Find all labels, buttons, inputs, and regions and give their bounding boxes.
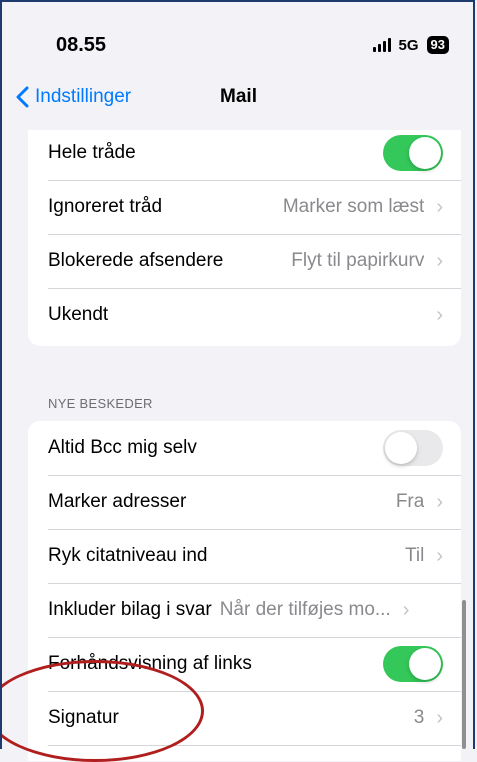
altid-bcc-toggle[interactable]	[383, 430, 443, 466]
hele-traade-toggle[interactable]	[383, 135, 443, 171]
row-ryk-citatniveau[interactable]: Ryk citatniveau ind Til ›	[28, 529, 461, 583]
chevron-right-icon: ›	[436, 707, 443, 729]
row-detail: Marker som læst ›	[283, 196, 443, 218]
chevron-right-icon: ›	[402, 599, 410, 621]
row-value: Fra	[395, 491, 425, 512]
row-label: Blokerede afsendere	[48, 250, 224, 271]
chevron-right-icon: ›	[436, 250, 443, 272]
row-detail: ›	[436, 305, 443, 325]
toggle-knob	[385, 432, 417, 464]
row-marker-adresser[interactable]: Marker adresser Fra ›	[28, 475, 461, 529]
toggle-knob	[409, 648, 441, 680]
row-label: Hele tråde	[48, 142, 136, 163]
status-bar: 08.55 5G 93	[0, 0, 477, 80]
row-detail: Til ›	[405, 545, 443, 567]
section-header: NYE BESKEDER	[48, 396, 153, 411]
row-label: Marker adresser	[48, 491, 187, 512]
row-inkluder-bilag[interactable]: Inkluder bilag i svar Når der tilføjes m…	[28, 583, 461, 637]
signal-icon	[372, 38, 391, 52]
battery-icon: 93	[426, 36, 449, 54]
navigation-bar: Indstillinger Mail	[0, 80, 477, 120]
chevron-right-icon: ›	[436, 196, 443, 218]
row-value: Marker som læst	[282, 196, 425, 217]
row-label: Inkluder bilag i svar	[48, 599, 212, 620]
row-detail: Fra ›	[396, 491, 443, 513]
chevron-right-icon: ›	[436, 491, 443, 513]
row-forhaandsvisning[interactable]: Forhåndsvisning af links	[28, 637, 461, 691]
row-detail: Flyt til papirkurv ›	[291, 250, 443, 272]
row-hele-traade[interactable]: Hele tråde	[28, 126, 461, 180]
row-detail: Når der tilføjes mo... ›	[220, 599, 410, 621]
status-indicators: 5G 93	[372, 36, 449, 54]
scrollbar[interactable]	[462, 600, 466, 749]
row-label: Forhåndsvisning af links	[48, 653, 252, 674]
compose-settings-group: Altid Bcc mig selv Marker adresser Fra ›…	[28, 421, 461, 761]
row-label: Altid Bcc mig selv	[48, 437, 197, 458]
row-value: Til	[404, 545, 425, 566]
threading-settings-group: Hele tråde Ignoreret tråd Marker som læs…	[28, 126, 461, 346]
scrolled-edge	[28, 120, 461, 130]
row-label: Ryk citatniveau ind	[48, 545, 208, 566]
row-signatur[interactable]: Signatur 3 ›	[28, 691, 461, 745]
row-ignoreret-traad[interactable]: Ignoreret tråd Marker som læst ›	[28, 180, 461, 234]
row-value: Flyt til papirkurv	[291, 250, 425, 271]
row-ukendt[interactable]: Ukendt ›	[28, 288, 461, 342]
status-time: 08.55	[56, 34, 107, 56]
row-label: Signatur	[48, 707, 119, 728]
row-blokerede-afsendere[interactable]: Blokerede afsendere Flyt til papirkurv ›	[28, 234, 461, 288]
page-title: Mail	[0, 86, 477, 108]
row-value: 3	[413, 707, 425, 728]
forhaandsvisning-toggle[interactable]	[383, 646, 443, 682]
chevron-right-icon: ›	[436, 305, 443, 325]
toggle-knob	[409, 137, 441, 169]
row-label: Ukendt	[48, 304, 109, 325]
row-detail: 3 ›	[414, 707, 443, 729]
row-next-partial[interactable]	[28, 745, 461, 761]
chevron-right-icon: ›	[436, 545, 443, 567]
network-type: 5G	[398, 36, 419, 54]
page-title-text: Mail	[220, 86, 257, 107]
row-altid-bcc[interactable]: Altid Bcc mig selv	[28, 421, 461, 475]
row-label: Ignoreret tråd	[48, 196, 163, 217]
row-value: Når der tilføjes mo...	[219, 599, 391, 620]
